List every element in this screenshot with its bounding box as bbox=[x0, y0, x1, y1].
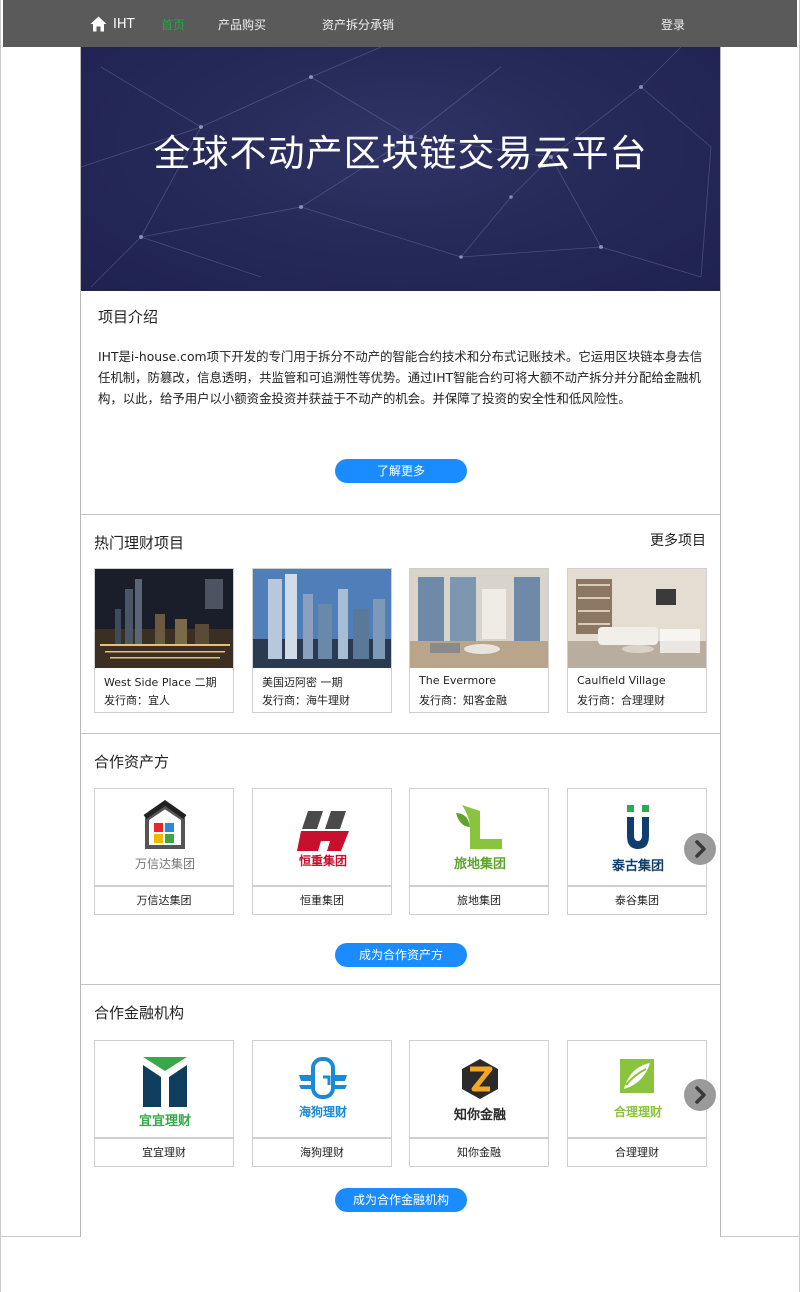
product-card[interactable]: The Evermore 发行商：知客金融 bbox=[409, 568, 549, 713]
product-name: 美国迈阿密 一期 bbox=[262, 676, 343, 689]
partner-card[interactable]: 恒重集团 恒重集团 bbox=[252, 788, 392, 915]
product-name: Caulfield Village bbox=[577, 674, 666, 687]
yiyi-logo-text: 宜宜理财 bbox=[138, 1114, 191, 1129]
product-image bbox=[253, 569, 391, 668]
partner-card[interactable]: 万信达集团 万信达集团 bbox=[94, 788, 234, 915]
hero-banner: 全球不动产区块链交易云平台 bbox=[81, 47, 720, 291]
hot-projects-title: 热门理财项目 bbox=[94, 534, 185, 552]
login-link[interactable]: 登录 bbox=[661, 16, 685, 33]
product-name: The Evermore bbox=[419, 674, 497, 687]
product-card[interactable]: Caulfield Village 发行商：合理理财 bbox=[567, 568, 707, 713]
partner-card[interactable]: 旅地集团 旅地集团 bbox=[409, 788, 549, 915]
zhini-logo-text: 知你金融 bbox=[453, 1108, 506, 1123]
section-divider bbox=[81, 514, 720, 515]
nav-item-home[interactable]: 首页 bbox=[161, 16, 185, 33]
haigou-logo-text: 海狗理财 bbox=[298, 1105, 347, 1119]
partner-name: 泰谷集团 bbox=[567, 886, 707, 915]
product-image bbox=[410, 569, 548, 668]
become-asset-partner-button[interactable]: 成为合作资产方 bbox=[335, 943, 467, 967]
top-navbar: IHT 首页 产品购买 资产拆分承销 登录 bbox=[3, 0, 797, 47]
lvdi-logo-text: 旅地集团 bbox=[453, 857, 506, 872]
finance-partners-title: 合作金融机构 bbox=[94, 1004, 185, 1022]
partner-name: 万信达集团 bbox=[94, 886, 234, 915]
partner-card[interactable]: 海狗理财 海狗理财 bbox=[252, 1040, 392, 1167]
partner-name: 知你金融 bbox=[409, 1138, 549, 1167]
partner-name: 海狗理财 bbox=[252, 1138, 392, 1167]
product-issuer: 发行商：海牛理财 bbox=[262, 694, 350, 707]
wanxinda-logo: 万信达集团 bbox=[94, 788, 234, 886]
product-card[interactable]: West Side Place 二期 发行商：宜人 bbox=[94, 568, 234, 713]
page-left-border bbox=[0, 0, 1, 1292]
brand-link[interactable]: IHT bbox=[90, 14, 135, 34]
intro-body: IHT是i-house.com项下开发的专门用于拆分不动产的智能合约技术和分布式… bbox=[98, 349, 703, 406]
partner-name: 宜宜理财 bbox=[94, 1138, 234, 1167]
partner-card[interactable]: 宜宜理财 宜宜理财 bbox=[94, 1040, 234, 1167]
main-content: 全球不动产区块链交易云平台 项目介绍 IHT是i-house.com项下开发的专… bbox=[80, 47, 721, 1237]
chevron-right-icon bbox=[695, 1086, 706, 1104]
intro-title: 项目介绍 bbox=[98, 308, 159, 326]
asset-partners-title: 合作资产方 bbox=[94, 753, 170, 771]
chevron-right-icon bbox=[695, 840, 706, 858]
product-image bbox=[568, 569, 706, 668]
partner-card[interactable]: 知你金融 知你金融 bbox=[409, 1040, 549, 1167]
hero-title: 全球不动产区块链交易云平台 bbox=[153, 132, 648, 175]
partner-name: 旅地集团 bbox=[409, 886, 549, 915]
hengzhong-logo-text: 恒重集团 bbox=[298, 854, 347, 868]
home-icon bbox=[90, 16, 107, 32]
zhini-logo: 知你金融 bbox=[409, 1040, 549, 1138]
finance-partners-next-button[interactable] bbox=[684, 1079, 716, 1111]
become-finance-partner-button[interactable]: 成为合作金融机构 bbox=[335, 1188, 467, 1212]
more-projects-link[interactable]: 更多项目 bbox=[650, 530, 706, 550]
product-card[interactable]: 美国迈阿密 一期 发行商：海牛理财 bbox=[252, 568, 392, 713]
product-name: West Side Place 二期 bbox=[104, 676, 217, 689]
wanxinda-logo-text: 万信达集团 bbox=[134, 857, 195, 871]
nav-item-products[interactable]: 产品购买 bbox=[218, 16, 266, 33]
product-issuer: 发行商：知客金融 bbox=[419, 694, 507, 707]
product-image bbox=[95, 569, 233, 668]
learn-more-button[interactable]: 了解更多 bbox=[335, 459, 467, 483]
hengzhong-logo: 恒重集团 bbox=[252, 788, 392, 886]
partner-name: 恒重集团 bbox=[252, 886, 392, 915]
haigou-logo: 海狗理财 bbox=[252, 1040, 392, 1138]
brand-name: IHT bbox=[113, 16, 135, 32]
section-divider bbox=[81, 733, 720, 734]
nav-item-asset-split[interactable]: 资产拆分承销 bbox=[322, 16, 394, 33]
asset-partners-next-button[interactable] bbox=[684, 833, 716, 865]
yiyi-logo: 宜宜理财 bbox=[94, 1040, 234, 1138]
partner-name: 合理理财 bbox=[567, 1138, 707, 1167]
product-issuer: 发行商：宜人 bbox=[104, 694, 170, 707]
lvdi-logo: 旅地集团 bbox=[409, 788, 549, 886]
section-divider bbox=[81, 984, 720, 985]
product-issuer: 发行商：合理理财 bbox=[577, 694, 665, 707]
